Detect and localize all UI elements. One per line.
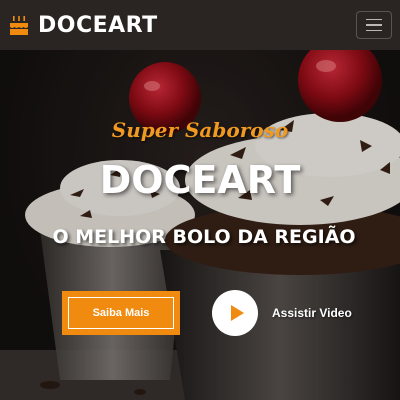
- navbar: DOCEART: [0, 0, 400, 50]
- hero-title: DOCEART: [99, 158, 301, 202]
- brand[interactable]: DOCEART: [8, 13, 158, 38]
- play-icon: [230, 305, 244, 321]
- hero-section: Super Saboroso DOCEART O MELHOR BOLO DA …: [0, 50, 400, 400]
- birthday-cake-icon: [10, 16, 28, 35]
- play-video-button[interactable]: [212, 290, 258, 336]
- hamburger-menu-icon[interactable]: [356, 11, 392, 39]
- hero-tagline: Super Saboroso: [111, 118, 289, 142]
- saiba-mais-button[interactable]: Saiba Mais: [62, 291, 180, 335]
- saiba-mais-label: Saiba Mais: [68, 297, 174, 329]
- cupcake-background-image: [0, 50, 400, 400]
- hero-actions: Saiba Mais Assistir Video: [62, 290, 352, 336]
- brand-name: DOCEART: [38, 12, 158, 38]
- hero-subtitle: O MELHOR BOLO DA REGIÃO: [52, 226, 356, 248]
- watch-video-link[interactable]: Assistir Video: [272, 306, 352, 320]
